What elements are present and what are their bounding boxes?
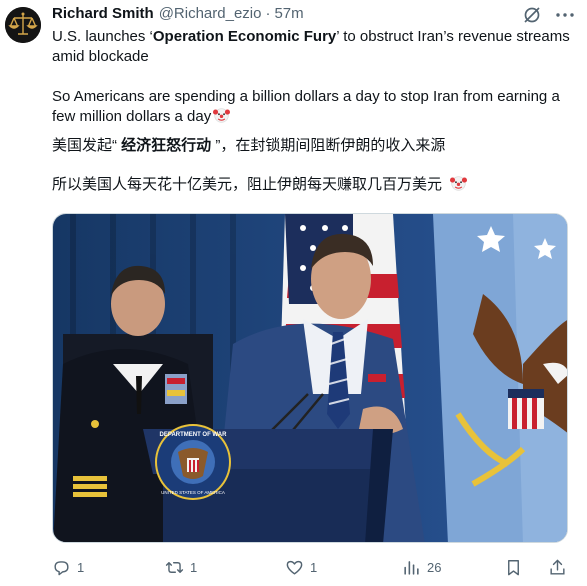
views-count: 26	[427, 559, 442, 575]
reply-count: 1	[77, 559, 85, 575]
comment-text: So Americans are spending a billion doll…	[52, 88, 560, 125]
post-text-english-headline: U.S. launches ‘Operation Economic Fury’ …	[52, 27, 572, 67]
press-conference-photo: DEPARTMENT OF WAR UNITED STATES OF AMERI…	[53, 214, 567, 542]
repost-icon	[165, 561, 184, 573]
author-handle[interactable]: @Richard_ezio	[159, 5, 262, 22]
department-flag	[433, 214, 567, 542]
scales-of-justice-icon	[5, 7, 41, 43]
bookmark-button[interactable]	[504, 556, 529, 578]
post-text-chinese-headline: 美国发起“ 经济狂怒行动 ”，在封锁期间阻断伊朗的收入来源	[52, 136, 572, 156]
share-button[interactable]	[548, 556, 573, 578]
department-seal: DEPARTMENT OF WAR UNITED STATES OF AMERI…	[155, 424, 231, 500]
timestamp[interactable]: 57m	[274, 5, 303, 22]
share-icon	[550, 559, 565, 575]
views-button[interactable]: 26	[402, 556, 441, 578]
author-name[interactable]: Richard Smith	[52, 5, 154, 22]
bookmark-icon	[508, 559, 519, 575]
separator-dot: ·	[265, 5, 271, 22]
operation-name: Operation Economic Fury	[152, 28, 337, 45]
seal-text-top: DEPARTMENT OF WAR	[160, 432, 228, 438]
like-count: 1	[310, 559, 318, 575]
chinese-headline-suffix: ”，在封锁期间阻断伊朗的收入来源	[211, 137, 446, 154]
more-icon[interactable]	[554, 4, 576, 26]
repost-button[interactable]: 1	[165, 556, 197, 578]
heart-icon	[286, 560, 303, 575]
seal-text-bottom: UNITED STATES OF AMERICA	[161, 490, 225, 495]
clown-face-emoji-icon	[450, 176, 468, 191]
tweet[interactable]: Richard Smith @Richard_ezio · 57m U.S. l…	[0, 0, 587, 586]
chinese-headline-prefix: 美国发起“	[52, 137, 122, 154]
post-text-chinese-comment: 所以美国人每天花十亿美元，阻止伊朗每天赚取几百万美元	[52, 175, 572, 195]
post-photo[interactable]: DEPARTMENT OF WAR UNITED STATES OF AMERI…	[52, 213, 568, 543]
chinese-operation-name: 经济狂怒行动	[121, 137, 212, 154]
clown-face-emoji-icon	[213, 108, 231, 123]
reply-icon	[54, 560, 69, 575]
like-button[interactable]: 1	[285, 556, 317, 578]
action-bar: 1 1 1 26	[52, 556, 572, 580]
repost-count: 1	[190, 559, 198, 575]
headline-prefix: U.S. launches ‘	[52, 28, 153, 45]
tweet-header: Richard Smith @Richard_ezio · 57m	[52, 5, 547, 25]
chinese-comment-text: 所以美国人每天花十亿美元，阻止伊朗每天赚取几百万美元	[52, 176, 443, 193]
grok-icon[interactable]	[521, 4, 543, 26]
avatar[interactable]	[5, 7, 41, 43]
reply-button[interactable]: 1	[52, 556, 84, 578]
post-text-english-comment: So Americans are spending a billion doll…	[52, 87, 572, 127]
views-icon	[404, 560, 419, 575]
